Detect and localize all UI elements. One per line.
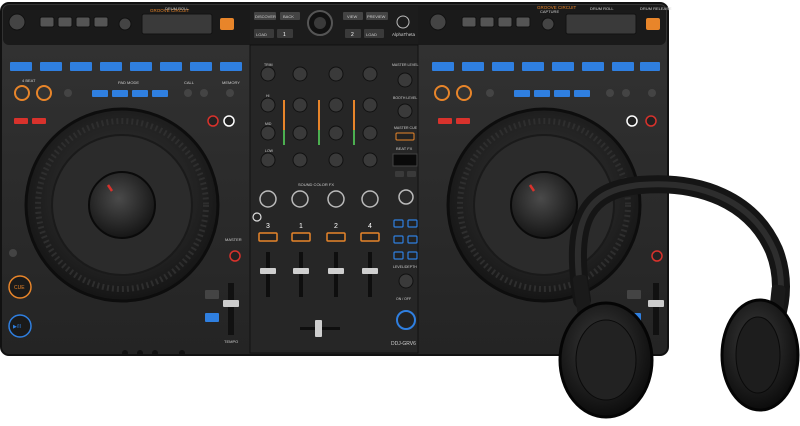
beat-fx-display (392, 153, 418, 167)
view-label: VIEW (347, 14, 357, 19)
left-top-button-4[interactable] (93, 16, 109, 28)
low-label: LOW (265, 149, 274, 153)
right-fx-button-1[interactable] (438, 118, 452, 124)
left-memory-button[interactable] (226, 89, 234, 97)
right-top-button-2[interactable] (479, 16, 495, 28)
left-master-tempo-button[interactable] (229, 250, 241, 262)
right-call-button[interactable] (606, 89, 614, 97)
trim-label: TRIM (264, 63, 273, 67)
channel-number-1: 1 (299, 223, 303, 230)
left-drum-roll-pads[interactable] (141, 13, 213, 35)
booth-level-knob[interactable] (397, 103, 413, 119)
left-tempo-track (228, 283, 234, 335)
right-loop-in-knob[interactable] (434, 85, 450, 101)
right-drum-roll-label: DRUM ROLL (590, 6, 614, 11)
right-groove-circuit-label: GROOVE CIRCUIT (537, 5, 577, 10)
left-play-label: ▶/II (13, 324, 21, 330)
beat-fx-knob[interactable] (398, 189, 414, 205)
hi-label: HI (266, 94, 270, 98)
left-call-label: CALL (184, 80, 195, 85)
left-top-knob[interactable] (8, 13, 26, 31)
dj-controller: GROOVE CIRCUIT DRUM ROLL DISCOVER BACK V… (0, 2, 672, 356)
left-master-tempo-label: MASTER (225, 237, 242, 242)
left-call-button-2[interactable] (200, 89, 208, 97)
right-deck-select-2[interactable] (645, 115, 657, 127)
preview-label: PREVIEW (367, 14, 386, 19)
master-cue-label: MASTER CUE (394, 126, 418, 130)
right-jog-center-display (510, 171, 578, 239)
browser-section: DISCOVER BACK VIEW PREVIEW LOAD 1 2 LOAD… (250, 6, 418, 44)
right-memory-button[interactable] (648, 89, 656, 97)
brand-logo: AlphaTheta (392, 32, 416, 37)
channel-number-4: 4 (368, 223, 372, 230)
discover-label: DISCOVER (255, 14, 276, 19)
left-top-button-1[interactable] (39, 16, 55, 28)
beat-fx-label: BEAT FX (396, 146, 413, 151)
left-tempo-fader[interactable] (223, 300, 239, 307)
right-deck-select-1[interactable] (626, 115, 638, 127)
left-cue-label: CUE (14, 285, 25, 291)
right-top-knob[interactable] (429, 13, 447, 31)
master-level-label: MASTER LEVEL (392, 63, 419, 67)
product-photo: GROOVE CIRCUIT DRUM ROLL DISCOVER BACK V… (0, 2, 800, 419)
right-top-button-1[interactable] (461, 16, 477, 28)
left-pad-mode-label: PAD MODE (118, 80, 139, 85)
right-capture-knob[interactable] (541, 17, 555, 31)
right-drum-roll-pads[interactable] (565, 13, 637, 35)
on-off-label: ON / OFF (396, 297, 411, 301)
load-1-label: 1 (283, 32, 286, 38)
right-sync-button[interactable] (627, 290, 641, 299)
load-2-label: 2 (351, 32, 354, 38)
right-loop-out-knob[interactable] (456, 85, 472, 101)
left-beat-loop-label: 4 BEAT (22, 78, 36, 83)
right-top-button-3[interactable] (497, 16, 513, 28)
right-drum-release-button[interactable] (646, 18, 660, 30)
master-cue-button[interactable] (395, 132, 415, 141)
sound-color-fx-label: SOUND COLOR FX (298, 182, 334, 187)
left-top-button-3[interactable] (75, 16, 91, 28)
left-jog-center-display (88, 171, 156, 239)
load-right-label: LOAD (366, 32, 377, 37)
mid-label: MID (265, 122, 272, 126)
right-call-button-2[interactable] (622, 89, 630, 97)
left-reloop-button[interactable] (64, 89, 72, 97)
right-master-tempo-button[interactable] (651, 250, 663, 262)
load-left-label: LOAD (256, 32, 267, 37)
right-tempo-fader[interactable] (648, 300, 664, 307)
crossfader[interactable] (315, 320, 322, 337)
left-loop-in-knob[interactable] (14, 85, 30, 101)
left-fx-button-1[interactable] (14, 118, 28, 124)
left-tempo-label: TEMPO (224, 339, 238, 344)
level-depth-label: LEVEL/DEPTH (393, 265, 417, 269)
left-deck-select-1[interactable] (207, 115, 219, 127)
left-call-button[interactable] (184, 89, 192, 97)
right-reloop-button[interactable] (486, 89, 494, 97)
beat-fx-select-button-1[interactable] (395, 171, 404, 177)
left-top-button-2[interactable] (57, 16, 73, 28)
left-drum-roll-label: DRUM ROLL (165, 6, 189, 11)
left-fx-button-2[interactable] (32, 118, 46, 124)
beat-fx-select-button-2[interactable] (407, 171, 416, 177)
level-depth-knob[interactable] (398, 273, 414, 289)
right-fx-button-2[interactable] (456, 118, 470, 124)
left-shift-button[interactable] (9, 249, 17, 257)
left-slip-button[interactable] (205, 313, 219, 322)
back-label: BACK (283, 14, 294, 19)
right-drum-release-label: DRUM RELEASE (640, 6, 672, 11)
left-memory-label: MEMORY (222, 80, 240, 85)
booth-level-label: BOOTH LEVEL (393, 96, 417, 100)
model-name: DDJ-GRV6 (391, 341, 416, 347)
left-deck-select-2[interactable] (223, 115, 235, 127)
left-capture-knob[interactable] (118, 17, 132, 31)
channel-number-3: 3 (266, 223, 270, 230)
beat-fx-on-off-button[interactable] (396, 310, 416, 330)
master-level-knob[interactable] (397, 72, 413, 88)
left-sync-button[interactable] (205, 290, 219, 299)
right-tempo-track (653, 283, 659, 335)
right-top-button-4[interactable] (515, 16, 531, 28)
channel-number-2: 2 (334, 223, 338, 230)
left-loop-out-knob[interactable] (36, 85, 52, 101)
left-drum-release-button[interactable] (220, 18, 234, 30)
